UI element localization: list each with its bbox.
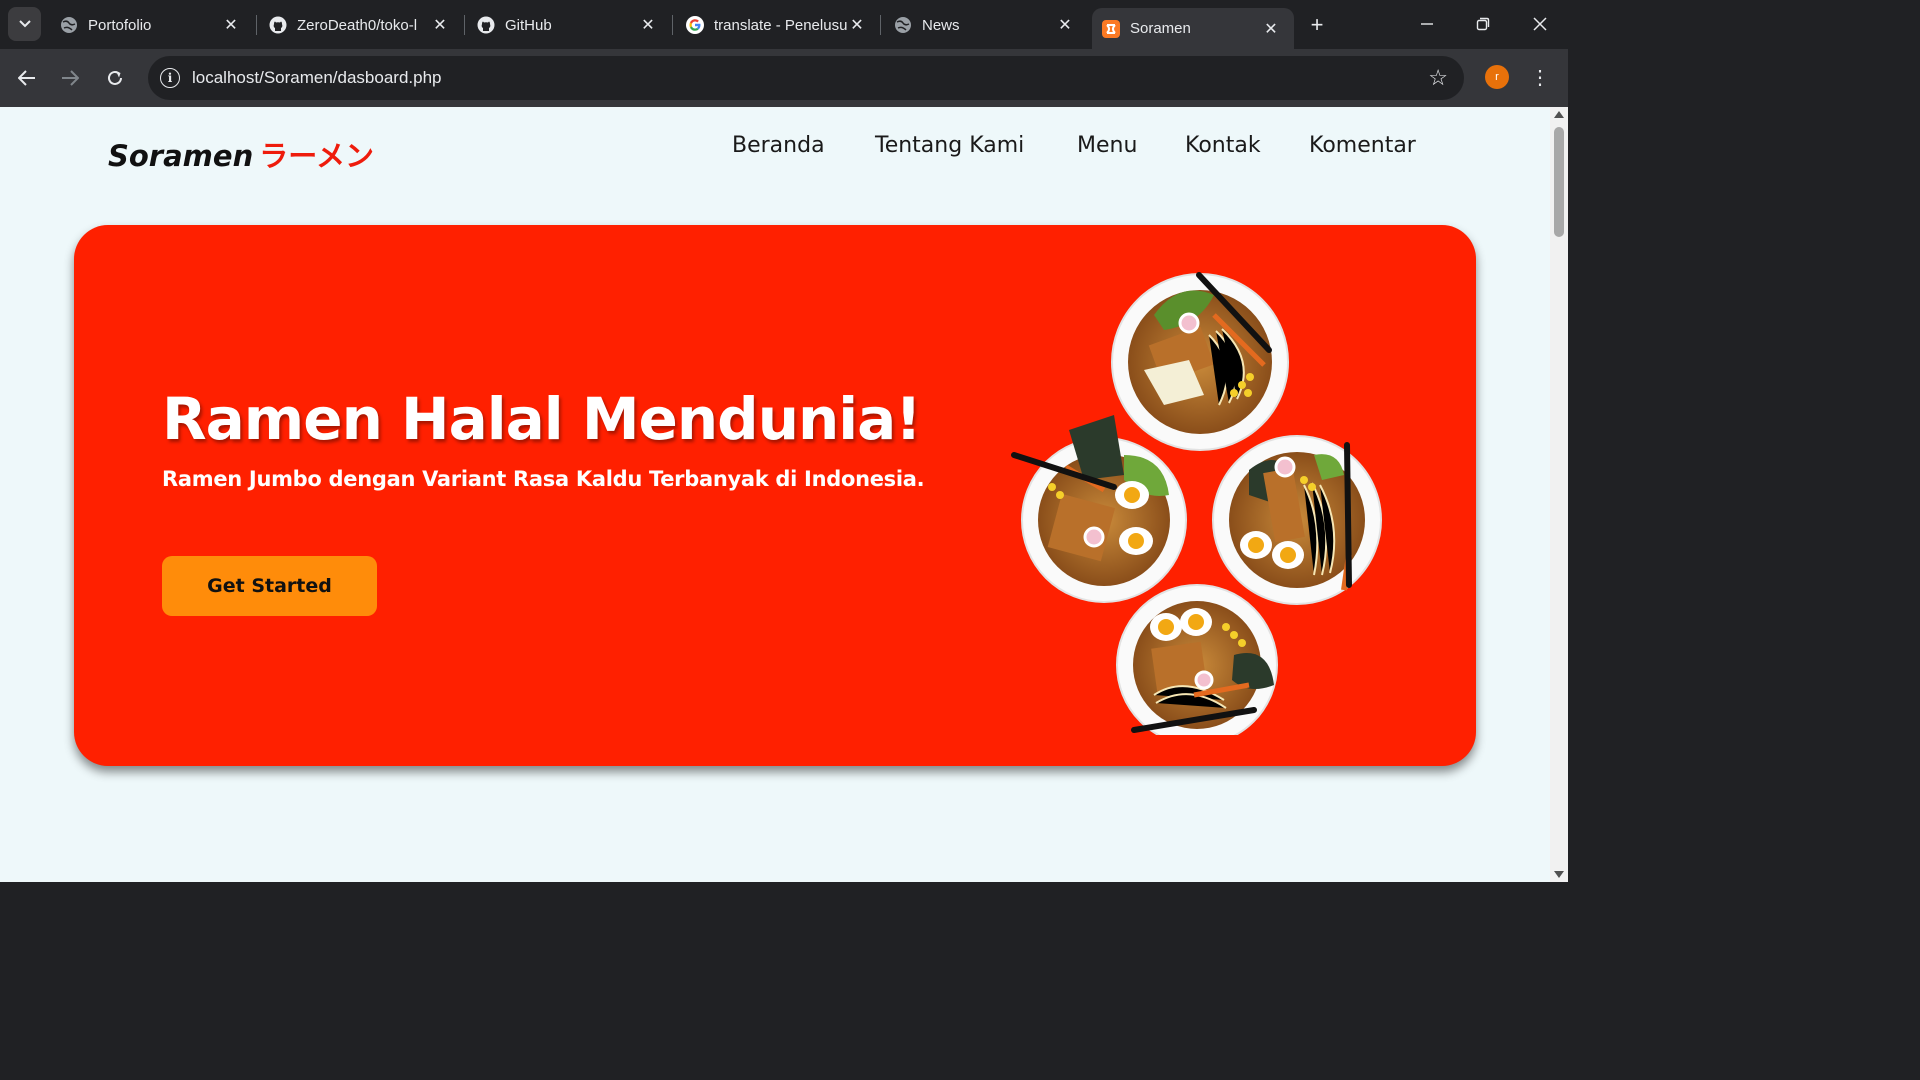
minimize-icon	[1421, 23, 1433, 25]
tab-title: News	[922, 16, 960, 34]
globe-icon	[60, 16, 78, 34]
tab-soramen[interactable]: Soramen ✕	[1092, 8, 1294, 49]
tab-github[interactable]: GitHub ✕	[475, 8, 665, 42]
scroll-up-arrow-icon[interactable]	[1554, 111, 1564, 118]
site-logo[interactable]: Soramen ラーメン	[108, 133, 374, 175]
bookmark-star-icon[interactable]: ☆	[1428, 65, 1448, 91]
browser-menu-icon[interactable]: ⋮	[1530, 63, 1550, 91]
tab-translate[interactable]: translate - Penelusu ✕	[684, 8, 874, 42]
arrow-left-icon	[18, 70, 35, 86]
github-icon	[477, 16, 495, 34]
address-bar[interactable]: i localhost/Soramen/dasboard.php ☆	[148, 56, 1464, 100]
tab-title: ZeroDeath0/toko-l	[297, 16, 418, 34]
tab-search-button[interactable]	[8, 7, 41, 41]
tab-separator	[880, 15, 881, 35]
browser-toolbar: i localhost/Soramen/dasboard.php ☆ r ⋮	[0, 49, 1568, 107]
restore-icon	[1476, 17, 1490, 31]
tab-portofolio[interactable]: Portofolio ✕	[58, 8, 248, 42]
close-icon	[1533, 17, 1547, 31]
globe-icon	[894, 16, 912, 34]
nav-kontak[interactable]: Kontak	[1185, 133, 1261, 158]
close-icon[interactable]: ✕	[1262, 20, 1280, 38]
reload-icon	[108, 70, 122, 85]
close-icon[interactable]: ✕	[1056, 16, 1074, 34]
scroll-down-arrow-icon[interactable]	[1554, 871, 1564, 878]
forward-button[interactable]	[54, 62, 86, 94]
minimize-button[interactable]	[1407, 8, 1447, 40]
nav-beranda[interactable]: Beranda	[732, 133, 825, 158]
ramen-bowl	[1011, 415, 1187, 603]
nav-tentang-kami[interactable]: Tentang Kami	[875, 133, 1024, 158]
back-button[interactable]	[11, 62, 43, 94]
get-started-button[interactable]: Get Started	[162, 556, 377, 616]
close-icon[interactable]: ✕	[639, 16, 657, 34]
arrow-right-icon	[62, 70, 79, 86]
chevron-down-icon	[18, 20, 31, 28]
nav-komentar[interactable]: Komentar	[1309, 133, 1416, 158]
tab-title: GitHub	[505, 16, 552, 34]
github-icon	[269, 16, 287, 34]
page-scrollbar[interactable]	[1550, 107, 1568, 882]
tab-title: translate - Penelusu	[714, 16, 848, 34]
tab-title: Portofolio	[88, 16, 152, 34]
new-tab-button[interactable]: +	[1304, 12, 1330, 38]
xampp-icon	[1102, 19, 1120, 38]
tab-toko[interactable]: ZeroDeath0/toko-l ✕	[267, 8, 457, 42]
close-icon[interactable]: ✕	[431, 16, 449, 34]
page-viewport: Soramen ラーメン Beranda Tentang Kami Menu Ko…	[0, 107, 1550, 882]
tab-title: Soramen	[1130, 20, 1191, 37]
ramen-bowl	[1116, 584, 1278, 735]
close-window-button[interactable]	[1520, 8, 1560, 40]
nav-menu[interactable]: Menu	[1077, 133, 1137, 158]
tab-news[interactable]: News ✕	[892, 8, 1082, 42]
url-text[interactable]: localhost/Soramen/dasboard.php	[192, 68, 442, 88]
brand-name: Soramen	[108, 139, 254, 173]
tab-separator	[464, 15, 465, 35]
plus-icon: +	[1310, 12, 1324, 37]
site-info-icon[interactable]: i	[160, 68, 180, 88]
restore-button[interactable]	[1463, 8, 1503, 40]
ramen-bowl	[1212, 435, 1382, 605]
close-icon[interactable]: ✕	[222, 16, 240, 34]
hero-banner: Ramen Halal Mendunia! Ramen Jumbo dengan…	[74, 225, 1476, 766]
tab-strip: Portofolio ✕ ZeroDeath0/toko-l ✕ GitHub …	[0, 0, 1568, 49]
close-icon[interactable]: ✕	[848, 16, 866, 34]
profile-avatar[interactable]: r	[1485, 65, 1509, 89]
ramen-bowls-image	[1011, 272, 1382, 735]
google-icon	[686, 16, 704, 34]
tab-separator	[672, 15, 673, 35]
brand-japanese: ラーメン	[259, 139, 375, 173]
tab-separator	[256, 15, 257, 35]
hero-subtitle: Ramen Jumbo dengan Variant Rasa Kaldu Te…	[162, 467, 925, 491]
ramen-bowl	[1111, 272, 1289, 451]
hero-title: Ramen Halal Mendunia!	[162, 385, 922, 453]
reload-button[interactable]	[99, 62, 131, 94]
scroll-thumb[interactable]	[1554, 127, 1564, 237]
